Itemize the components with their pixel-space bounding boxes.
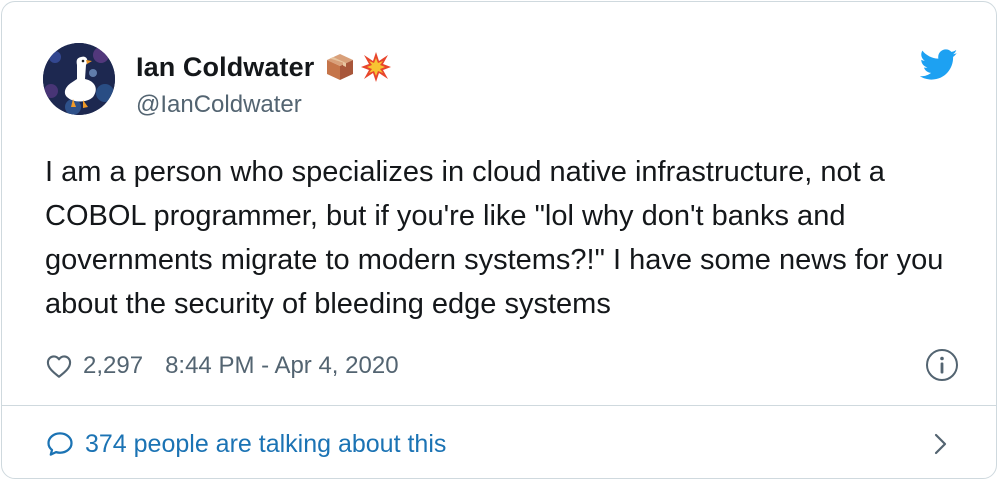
author-display-name[interactable]: Ian Coldwater [136,52,314,83]
tweet-card: Ian Coldwater @IanColdwater I am a perso… [1,1,997,479]
like-count[interactable]: 2,297 [83,352,143,380]
author-handle[interactable]: @IanColdwater [136,91,302,119]
chevron-right-icon[interactable] [930,429,952,459]
footer-divider [2,405,996,406]
tweet-text: I am a person who specializes in cloud n… [45,156,944,320]
package-icon [324,51,356,83]
author-name-row[interactable]: Ian Coldwater [136,49,392,85]
avatar-goose-image [43,43,115,115]
heart-icon[interactable] [45,352,73,380]
twitter-bird-icon[interactable] [919,49,958,81]
speech-bubble-icon [47,432,73,456]
collision-icon [360,51,392,83]
conversation-label[interactable]: 374 people are talking about this [85,430,446,459]
avatar[interactable] [43,43,115,115]
tweet-timestamp[interactable]: 8:44 PM - Apr 4, 2020 [165,352,398,380]
conversation-link[interactable]: 374 people are talking about this [45,425,446,463]
tweet-meta-row: 2,297 8:44 PM - Apr 4, 2020 [45,348,399,384]
info-icon[interactable] [925,348,959,382]
